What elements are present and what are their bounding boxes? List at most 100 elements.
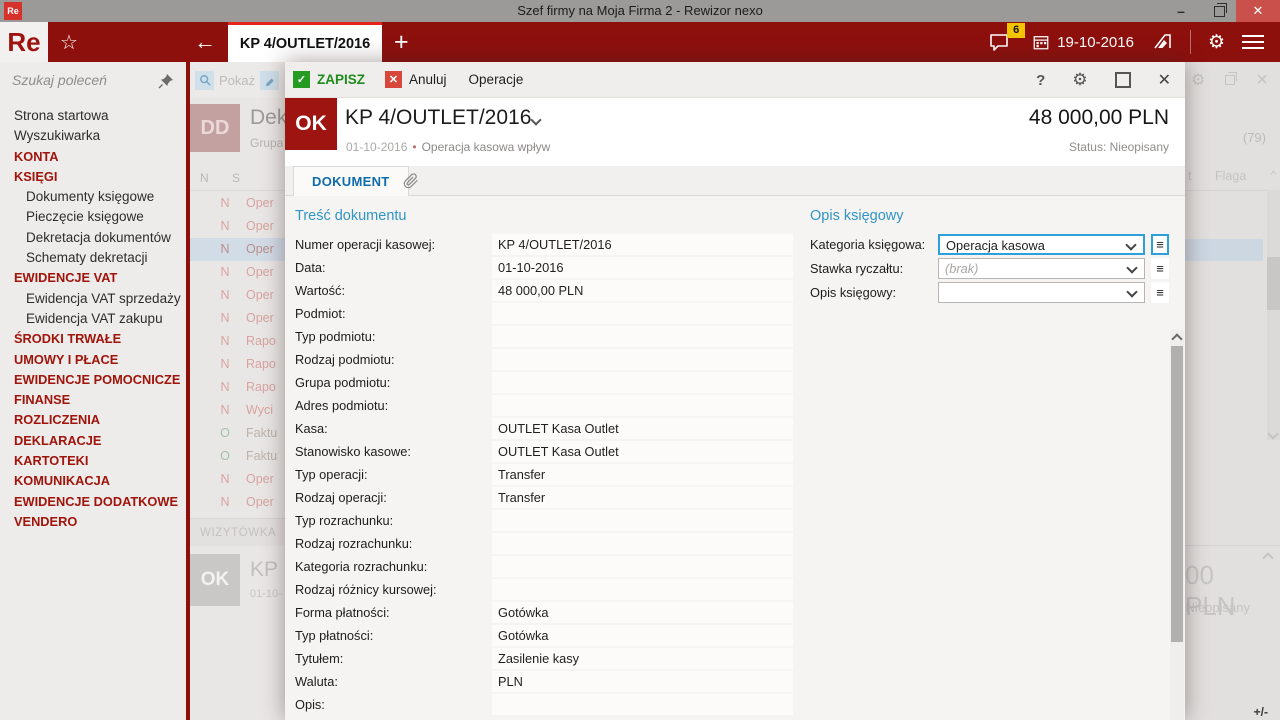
field-value[interactable]	[492, 349, 793, 370]
combo-select[interactable]	[938, 282, 1145, 303]
row-text: Rapo	[246, 357, 276, 371]
field-value[interactable]: OUTLET Kasa Outlet	[492, 418, 793, 439]
sidebar-item[interactable]: Dokumenty księgowe	[0, 187, 186, 207]
tab-attachments[interactable]	[389, 166, 433, 196]
field-value[interactable]	[492, 694, 793, 715]
dialog-scrollbar[interactable]	[1170, 330, 1184, 720]
new-tab-button[interactable]: +	[394, 22, 409, 62]
combo-select[interactable]: Operacja kasowa	[938, 234, 1145, 255]
sidebar-item[interactable]: EWIDENCJE DODATKOWE	[0, 492, 186, 512]
close-button[interactable]: ✕	[1236, 0, 1280, 22]
sidebar-item[interactable]: Ewidencja VAT sprzedaży	[0, 289, 186, 309]
minimize-button[interactable]: –	[1164, 0, 1198, 22]
rewizor-logo[interactable]: Re	[0, 22, 48, 62]
table-row: O Faktu	[190, 445, 285, 468]
sidebar-item[interactable]: Schematy dekretacji	[0, 248, 186, 268]
brush-icon	[260, 70, 280, 90]
document-type: Operacja kasowa wpływ	[421, 140, 551, 154]
sidebar-item[interactable]: VENDERO	[0, 512, 186, 532]
scrollbar-thumb[interactable]	[1171, 346, 1183, 642]
sidebar-item[interactable]: KSIĘGI	[0, 167, 186, 187]
command-search[interactable]: Szukaj poleceń	[0, 68, 186, 96]
combo-row: Opis księgowy: ≡	[285, 282, 1184, 304]
document-date: 01-10-2016	[346, 140, 408, 154]
field-value[interactable]: OUTLET Kasa Outlet	[492, 441, 793, 462]
sidebar-item[interactable]: Strona startowa	[0, 106, 186, 126]
combo-menu-button[interactable]: ≡	[1151, 282, 1169, 303]
sidebar-item[interactable]: EWIDENCJE VAT	[0, 268, 186, 288]
field-value[interactable]: Transfer	[492, 487, 793, 508]
title-chevron-down-icon[interactable]	[530, 114, 542, 126]
row-text: Oper	[246, 242, 274, 256]
field-value[interactable]	[492, 303, 793, 324]
chevron-down-icon[interactable]	[1126, 286, 1138, 298]
dialog-header: OK KP 4/OUTLET/2016 01-10-2016 • Operacja …	[285, 98, 1185, 166]
combo-menu-button[interactable]: ≡	[1151, 258, 1169, 279]
back-arrow-icon[interactable]: ←	[194, 22, 216, 62]
favorites-star-icon[interactable]: ☆	[60, 22, 78, 62]
sidebar-item[interactable]: ŚRODKI TRWAŁE	[0, 329, 186, 349]
chevron-down-icon[interactable]	[1126, 262, 1138, 274]
field-value[interactable]	[492, 326, 793, 347]
dialog-gear-icon[interactable]: ⚙	[1072, 70, 1087, 90]
date-button[interactable]: 19-10-2016	[1032, 33, 1134, 51]
navbar-right-cluster: 6 19-10-2016 ⚙	[989, 22, 1280, 62]
restore-button[interactable]	[1202, 0, 1236, 22]
sidebar-item[interactable]: Dekretacja dokumentów	[0, 228, 186, 248]
field-label: Opis:	[295, 697, 325, 712]
field-label: Rodzaj operacji:	[295, 490, 387, 505]
sidebar-item[interactable]: EWIDENCJE POMOCNICZE	[0, 370, 186, 390]
field-value[interactable]: Zasilenie kasy	[492, 648, 793, 669]
field-value[interactable]	[492, 556, 793, 577]
field-label: Kasa:	[295, 421, 328, 436]
cancel-button[interactable]: Anuluj	[409, 72, 447, 87]
field-value[interactable]: Gotówka	[492, 625, 793, 646]
row-status: N	[220, 265, 230, 279]
combo-menu-button[interactable]: ≡	[1151, 234, 1169, 255]
dialog-tabbar: DOKUMENT	[285, 166, 1185, 196]
save-check-icon[interactable]: ✓	[293, 71, 310, 88]
field-value[interactable]: Transfer	[492, 464, 793, 485]
sort-arrow: ^	[1270, 169, 1276, 181]
help-button[interactable]: ?	[1036, 72, 1045, 89]
sidebar-item[interactable]: FINANSE	[0, 390, 186, 410]
sidebar-item[interactable]: Ewidencja VAT zakupu	[0, 309, 186, 329]
insert-logo-icon[interactable]	[1151, 31, 1173, 53]
sidebar-item[interactable]: ROZLICZENIA	[0, 410, 186, 430]
sidebar-item[interactable]: KONTA	[0, 147, 186, 167]
field-value[interactable]	[492, 372, 793, 393]
cancel-x-icon[interactable]: ✕	[385, 71, 403, 88]
sidebar-item[interactable]: KARTOTEKI	[0, 451, 186, 471]
search-placeholder: Szukaj poleceń	[12, 72, 107, 88]
window-titlebar: Re Szef firmy na Moja Firma 2 - Rewizor …	[0, 0, 1280, 22]
sidebar-item[interactable]: Pieczęcie księgowe	[0, 207, 186, 227]
chevron-down-icon[interactable]	[1125, 239, 1137, 251]
combo-label: Kategoria księgowa:	[810, 237, 926, 252]
sidebar-item[interactable]: KOMUNIKACJA	[0, 471, 186, 491]
pin-icon[interactable]	[158, 73, 174, 89]
maximize-icon[interactable]	[1114, 72, 1131, 88]
scroll-up-icon[interactable]	[1171, 333, 1183, 345]
hamburger-menu-icon[interactable]	[1242, 35, 1264, 49]
background-toolbar: Pokaż	[190, 62, 285, 98]
tab-kp-outlet[interactable]: KP 4/OUTLET/2016	[228, 22, 382, 62]
field-value[interactable]	[492, 395, 793, 416]
combo-select[interactable]: (brak)	[938, 258, 1145, 279]
sidebar-item[interactable]: UMOWY I PŁACE	[0, 350, 186, 370]
sidebar-item[interactable]: Wyszukiwarka	[0, 126, 186, 146]
field-value[interactable]	[492, 533, 793, 554]
operations-menu[interactable]: Operacje	[469, 72, 524, 87]
field-label: Podmiot:	[295, 306, 346, 321]
save-button[interactable]: ZAPISZ	[317, 72, 365, 87]
settings-gear-icon[interactable]: ⚙	[1208, 33, 1225, 52]
field-value[interactable]	[492, 510, 793, 531]
sidebar-item[interactable]: DEKLARACJE	[0, 431, 186, 451]
notifications-button[interactable]: 6	[989, 23, 1026, 54]
field-value[interactable]: PLN	[492, 671, 793, 692]
field-value[interactable]: Gotówka	[492, 602, 793, 623]
dialog-close-icon[interactable]: ✕	[1158, 70, 1171, 90]
combo-row: Stawka ryczałtu: (brak) ≡	[285, 258, 1184, 280]
selected-row-highlight	[1185, 239, 1263, 261]
combo-label: Opis księgowy:	[810, 285, 897, 300]
field-value[interactable]	[492, 579, 793, 600]
